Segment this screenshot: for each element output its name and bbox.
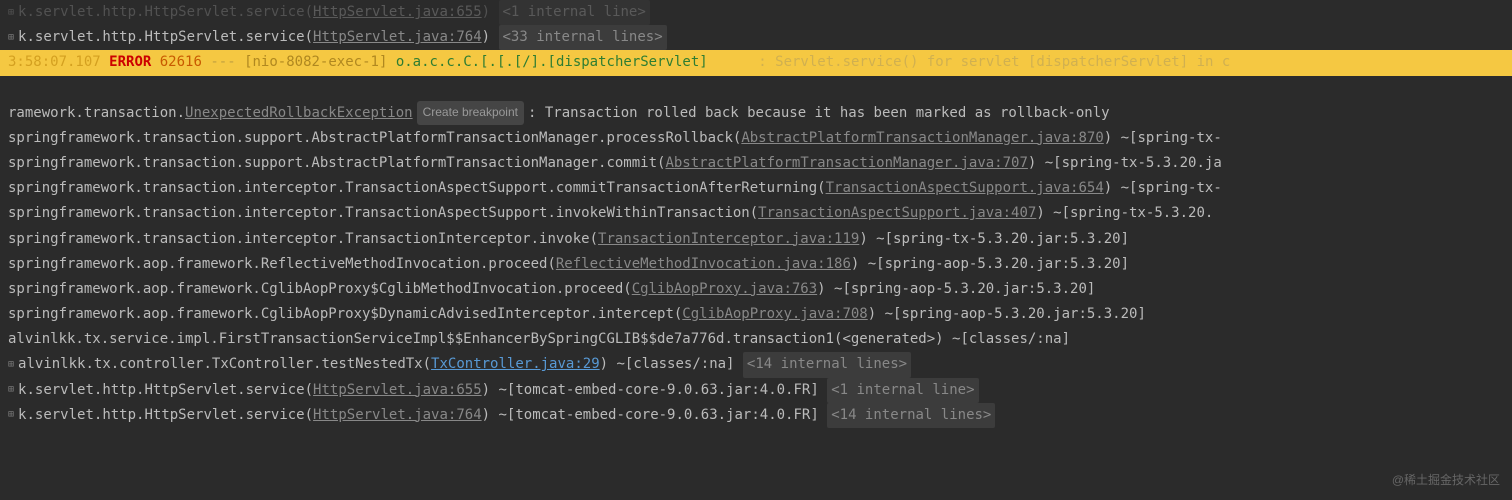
stack-text: ) (482, 25, 490, 50)
stack-text: ) ~[spring-aop-5.3.20.jar:5.3.20] (851, 252, 1129, 277)
log-colon: : (758, 50, 766, 75)
thread-name: [nio-8082-exec-1] (244, 50, 387, 75)
timestamp: 3:58:07.107 (8, 50, 101, 75)
stack-line: alvinlkk.tx.service.impl.FirstTransactio… (0, 327, 1512, 352)
stack-line: ⊞ k.servlet.http.HttpServlet.service(Htt… (0, 0, 1512, 25)
stack-text: ) ~[spring-aop-5.3.20.jar:5.3.20] (817, 277, 1095, 302)
stack-text: ) ~[tomcat-embed-core-9.0.63.jar:4.0.FR] (482, 403, 819, 428)
source-link[interactable]: HttpServlet.java:655 (313, 0, 482, 25)
separator: --- (210, 50, 235, 75)
stack-text: ) ~[spring-tx- (1104, 176, 1222, 201)
fold-icon[interactable]: ⊞ (8, 356, 14, 374)
stack-line: springframework.transaction.interceptor.… (0, 227, 1512, 252)
source-link[interactable]: AbstractPlatformTransactionManager.java:… (741, 126, 1103, 151)
stack-text: springframework.transaction.interceptor.… (8, 176, 826, 201)
internal-lines[interactable]: <1 internal line> (827, 378, 978, 403)
source-link[interactable]: TransactionAspectSupport.java:407 (758, 201, 1036, 226)
source-link[interactable]: TransactionInterceptor.java:119 (598, 227, 859, 252)
exception-link[interactable]: UnexpectedRollbackException (185, 101, 413, 126)
watermark: @稀土掘金技术社区 (1392, 470, 1500, 492)
source-link[interactable]: TransactionAspectSupport.java:654 (826, 176, 1104, 201)
log-level: ERROR (109, 50, 151, 75)
log-message: Servlet.service() for servlet [dispatche… (775, 50, 1230, 75)
stack-text: ) ~[spring-tx- (1104, 126, 1222, 151)
source-link[interactable]: TxController.java:29 (431, 352, 600, 377)
stack-line: ⊞ alvinlkk.tx.controller.TxController.te… (0, 352, 1512, 377)
stack-text: springframework.transaction.interceptor.… (8, 201, 758, 226)
stack-text: alvinlkk.tx.service.impl.FirstTransactio… (8, 327, 1070, 352)
source-link[interactable]: CglibAopProxy.java:708 (682, 302, 867, 327)
create-breakpoint-button[interactable]: Create breakpoint (417, 101, 524, 125)
stack-text: ) ~[spring-tx-5.3.20. (1036, 201, 1213, 226)
stack-line: springframework.aop.framework.CglibAopPr… (0, 302, 1512, 327)
stack-text: ) ~[spring-tx-5.3.20.jar:5.3.20] (859, 227, 1129, 252)
log-line-error: 3:58:07.107 ERROR 62616 --- [nio-8082-ex… (0, 50, 1512, 75)
exception-prefix: ramework.transaction. (8, 101, 185, 126)
stack-text: springframework.transaction.support.Abst… (8, 126, 741, 151)
stack-text: ) ~[classes/:na] (600, 352, 735, 377)
fold-icon[interactable]: ⊞ (8, 29, 14, 47)
source-link[interactable]: HttpServlet.java:655 (313, 378, 482, 403)
fold-icon[interactable]: ⊞ (8, 4, 14, 22)
stack-line: ⊞ k.servlet.http.HttpServlet.service(Htt… (0, 378, 1512, 403)
source-link[interactable]: HttpServlet.java:764 (313, 403, 482, 428)
stack-text: k.servlet.http.HttpServlet.service( (18, 378, 313, 403)
stack-text: springframework.transaction.support.Abst… (8, 151, 665, 176)
stack-text: k.servlet.http.HttpServlet.service( (18, 0, 313, 25)
process-id: 62616 (160, 50, 202, 75)
source-link[interactable]: CglibAopProxy.java:763 (632, 277, 817, 302)
stack-text: springframework.transaction.interceptor.… (8, 227, 598, 252)
internal-lines[interactable]: <14 internal lines> (743, 352, 911, 377)
stack-line: springframework.transaction.interceptor.… (0, 201, 1512, 226)
fold-icon[interactable]: ⊞ (8, 406, 14, 424)
internal-lines[interactable]: <1 internal line> (499, 0, 650, 25)
stack-text: ) (482, 0, 490, 25)
stack-line: springframework.transaction.support.Abst… (0, 151, 1512, 176)
stack-line: springframework.aop.framework.CglibAopPr… (0, 277, 1512, 302)
stack-text: k.servlet.http.HttpServlet.service( (18, 403, 313, 428)
stack-text: ) ~[spring-tx-5.3.20.ja (1028, 151, 1222, 176)
fold-icon[interactable]: ⊞ (8, 381, 14, 399)
stack-text: k.servlet.http.HttpServlet.service( (18, 25, 313, 50)
source-link[interactable]: AbstractPlatformTransactionManager.java:… (665, 151, 1027, 176)
internal-lines[interactable]: <33 internal lines> (499, 25, 667, 50)
stack-line: springframework.transaction.support.Abst… (0, 126, 1512, 151)
source-link[interactable]: HttpServlet.java:764 (313, 25, 482, 50)
exception-line: ramework.transaction.UnexpectedRollbackE… (0, 101, 1512, 126)
stack-text: springframework.aop.framework.Reflective… (8, 252, 556, 277)
stack-line: ⊞ k.servlet.http.HttpServlet.service(Htt… (0, 403, 1512, 428)
source-link[interactable]: ReflectiveMethodInvocation.java:186 (556, 252, 851, 277)
stack-text: springframework.aop.framework.CglibAopPr… (8, 302, 682, 327)
stack-line: springframework.aop.framework.Reflective… (0, 252, 1512, 277)
stack-text: springframework.aop.framework.CglibAopPr… (8, 277, 632, 302)
stack-text: ) ~[spring-aop-5.3.20.jar:5.3.20] (868, 302, 1146, 327)
stack-text: ) ~[tomcat-embed-core-9.0.63.jar:4.0.FR] (482, 378, 819, 403)
stack-line: springframework.transaction.interceptor.… (0, 176, 1512, 201)
internal-lines[interactable]: <14 internal lines> (827, 403, 995, 428)
exception-message: : Transaction rolled back because it has… (528, 101, 1110, 126)
logger-name: o.a.c.c.C.[.[.[/].[dispatcherServlet] (396, 50, 708, 75)
stack-line: ⊞ k.servlet.http.HttpServlet.service(Htt… (0, 25, 1512, 50)
stack-text: alvinlkk.tx.controller.TxController.test… (18, 352, 431, 377)
